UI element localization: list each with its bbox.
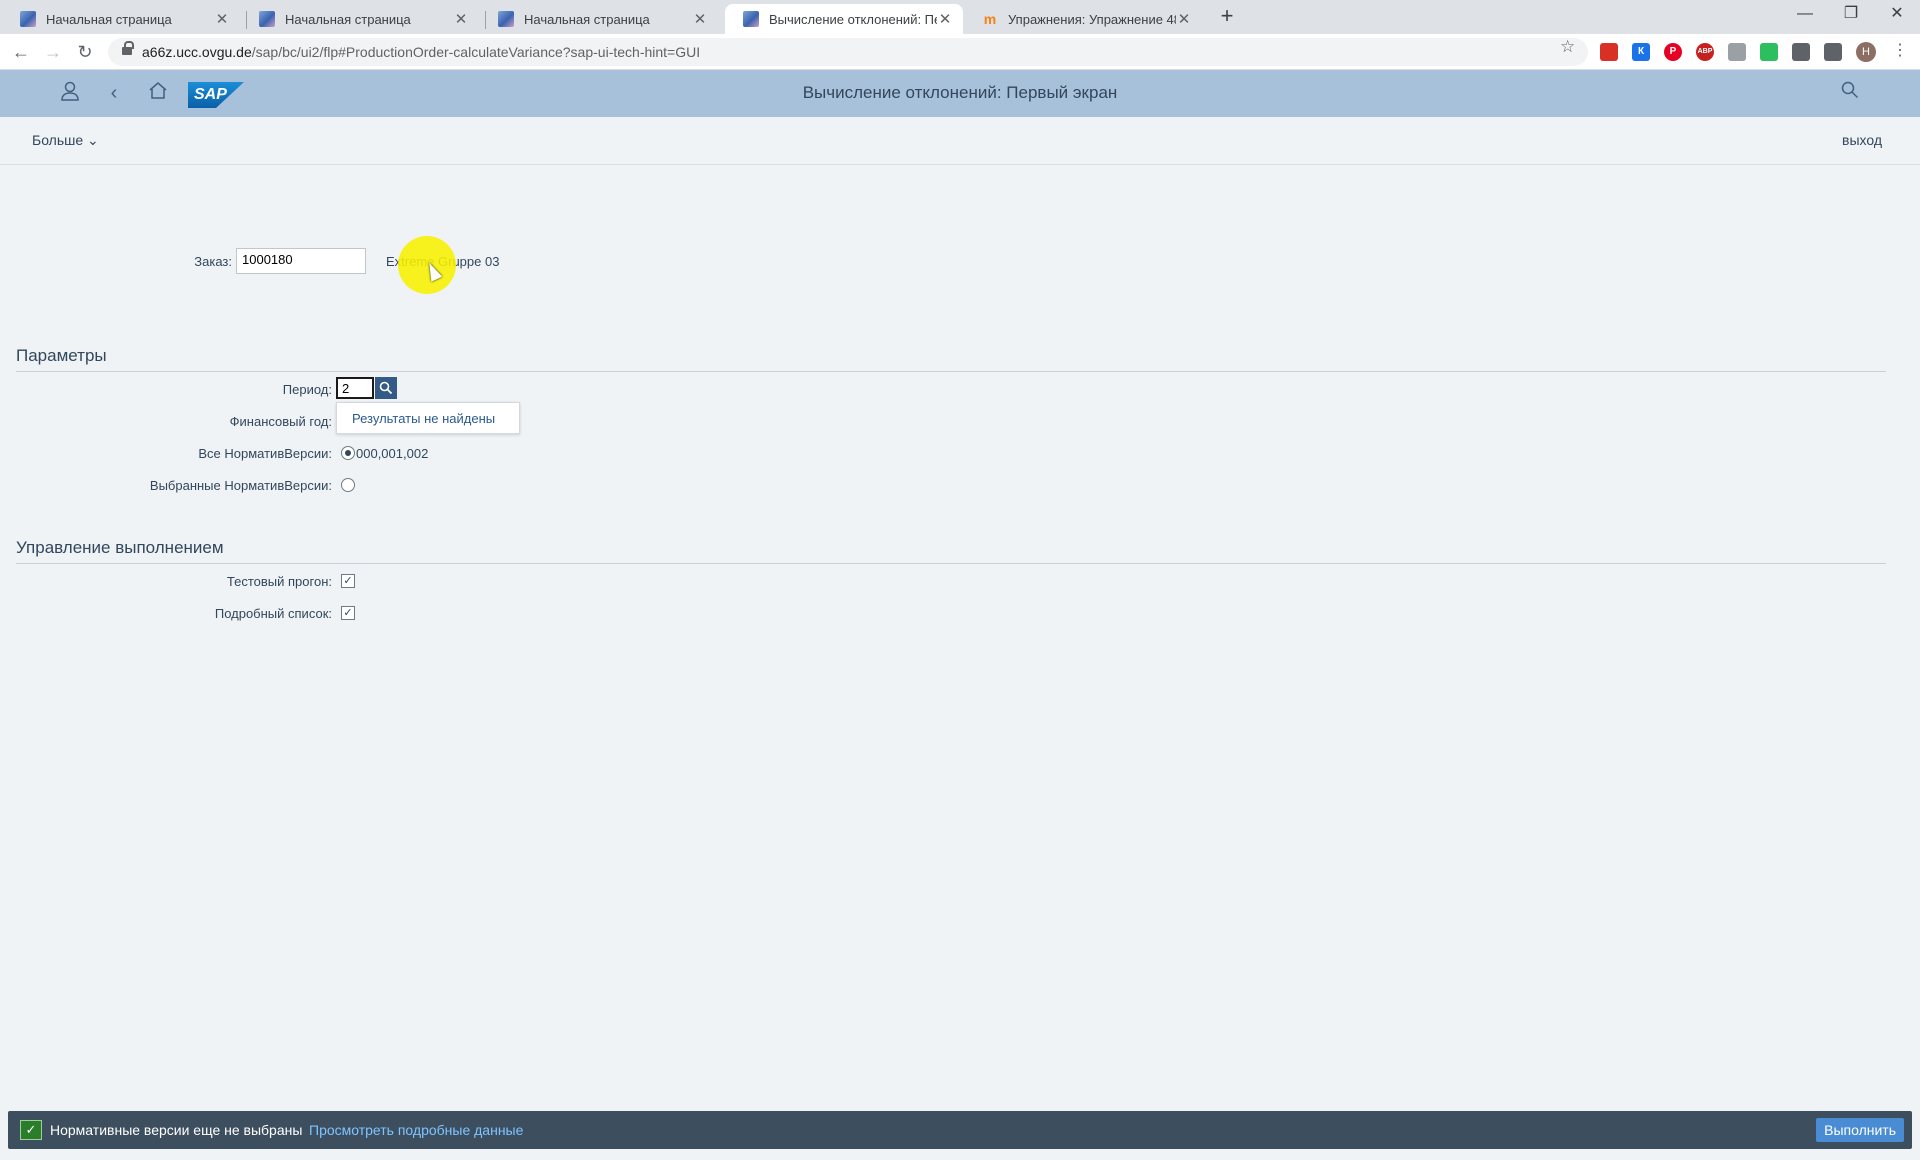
- test-run-label: Тестовый прогон:: [226, 574, 332, 589]
- tab-title: Начальная страница: [524, 11, 650, 27]
- url-path: /sap/bc/ui2/flp#ProductionOrder-calculat…: [251, 44, 701, 60]
- close-icon[interactable]: ✕: [692, 10, 708, 28]
- ext-k-icon[interactable]: К: [1632, 43, 1650, 61]
- all-versions-radio[interactable]: [341, 446, 355, 460]
- moodle-favicon-icon: m: [983, 11, 997, 27]
- ext-gray-icon[interactable]: [1792, 43, 1810, 61]
- browser-tab[interactable]: m Упражнения: Упражнение 48: П ✕: [964, 4, 1202, 34]
- tab-title: Вычисление отклонений: Перв: [769, 11, 937, 27]
- processing-section-title: Управление выполнением: [16, 538, 224, 557]
- app-toolbar: Больше ⌄ выход: [0, 117, 1920, 165]
- section-divider: [16, 371, 1886, 372]
- test-run-checkbox[interactable]: ✓: [341, 574, 355, 588]
- tab-title: Начальная страница: [46, 11, 172, 27]
- browser-tab-strip: Начальная страница ✕ Начальная страница …: [0, 0, 1920, 34]
- detail-list-checkbox[interactable]: ✓: [341, 606, 355, 620]
- value-help-button[interactable]: [375, 377, 397, 399]
- success-check-icon: ✓: [20, 1120, 42, 1140]
- address-bar[interactable]: a66z.ucc.ovgu.de/sap/bc/ui2/flp#Producti…: [108, 38, 1588, 66]
- minimize-button[interactable]: —: [1782, 0, 1828, 30]
- message-bar: ✓ Нормативные версии еще не выбраны Прос…: [8, 1111, 1912, 1149]
- message-details-link[interactable]: Просмотреть подробные данные: [309, 1122, 523, 1138]
- period-input[interactable]: 2: [336, 377, 374, 399]
- all-versions-label: Все НормативВерсии:: [198, 446, 332, 461]
- tab-title: Упражнения: Упражнение 48: П: [1008, 11, 1176, 27]
- url-text: a66z.ucc.ovgu.de/sap/bc/ui2/flp#Producti…: [142, 44, 700, 60]
- reload-button[interactable]: ↻: [72, 39, 98, 65]
- ext-red-icon[interactable]: [1600, 43, 1618, 61]
- restore-button[interactable]: ❐: [1828, 0, 1874, 30]
- fiscal-year-label: Финансовый год:: [229, 414, 332, 429]
- browser-toolbar: ← → ↻ a66z.ucc.ovgu.de/sap/bc/ui2/flp#Pr…: [0, 34, 1920, 70]
- page-title: Вычисление отклонений: Первый экран: [802, 83, 1118, 102]
- adblock-icon[interactable]: ABP: [1696, 43, 1714, 61]
- close-icon[interactable]: ✕: [1176, 10, 1192, 28]
- back-button[interactable]: ←: [8, 39, 34, 65]
- sap-favicon-icon: [743, 11, 759, 27]
- more-label: Больше: [32, 132, 84, 148]
- tab-title: Начальная страница: [285, 11, 411, 27]
- dropbox-icon[interactable]: [1728, 43, 1746, 61]
- browser-tab[interactable]: Начальная страница ✕: [241, 4, 479, 34]
- forward-button[interactable]: →: [40, 39, 66, 65]
- browser-tab[interactable]: Начальная страница ✕: [480, 4, 718, 34]
- browser-tab[interactable]: Начальная страница ✕: [2, 4, 240, 34]
- order-label: Заказ:: [194, 254, 232, 269]
- all-versions-value: 000,001,002: [356, 446, 429, 461]
- selected-versions-label: Выбранные НормативВерсии:: [149, 478, 332, 493]
- parameters-section-title: Параметры: [16, 346, 107, 365]
- section-divider: [16, 563, 1886, 564]
- sap-favicon-icon: [20, 11, 36, 27]
- profile-avatar[interactable]: Н: [1856, 42, 1876, 62]
- evernote-icon[interactable]: [1760, 43, 1778, 61]
- url-host: a66z.ucc.ovgu.de: [142, 44, 252, 60]
- lock-icon: [122, 41, 134, 57]
- close-icon[interactable]: ✕: [214, 10, 230, 28]
- pinterest-icon[interactable]: P: [1664, 43, 1682, 61]
- execute-button[interactable]: Выполнить: [1816, 1118, 1904, 1142]
- new-tab-button[interactable]: +: [1214, 4, 1240, 30]
- browser-menu-icon[interactable]: ⋮: [1892, 40, 1908, 60]
- sap-favicon-icon: [259, 11, 275, 27]
- more-menu-button[interactable]: Больше ⌄: [32, 132, 99, 149]
- selected-versions-radio[interactable]: [341, 478, 355, 492]
- search-icon[interactable]: [1838, 81, 1862, 105]
- order-input[interactable]: 1000180: [236, 248, 366, 274]
- puzzle-icon[interactable]: [1824, 43, 1842, 61]
- bookmark-star-icon[interactable]: ☆: [1560, 37, 1575, 57]
- window-close-button[interactable]: ✕: [1874, 0, 1920, 30]
- detail-list-label: Подробный список:: [214, 606, 332, 621]
- sap-shell-bar: ‹ SAP Вычисление отклонений: Первый экра…: [0, 70, 1920, 117]
- exit-button[interactable]: выход: [1842, 132, 1882, 148]
- close-icon[interactable]: ✕: [453, 10, 469, 28]
- message-text: Нормативные версии еще не выбраны: [50, 1122, 303, 1138]
- search-icon: [379, 381, 393, 395]
- chevron-down-icon: ⌄: [87, 132, 99, 148]
- close-icon[interactable]: ✕: [937, 10, 953, 28]
- browser-tab-active[interactable]: Вычисление отклонений: Перв ✕: [725, 4, 963, 34]
- period-label: Период:: [282, 382, 332, 397]
- suggestion-popup: Результаты не найдены: [336, 402, 520, 434]
- sap-favicon-icon: [498, 11, 514, 27]
